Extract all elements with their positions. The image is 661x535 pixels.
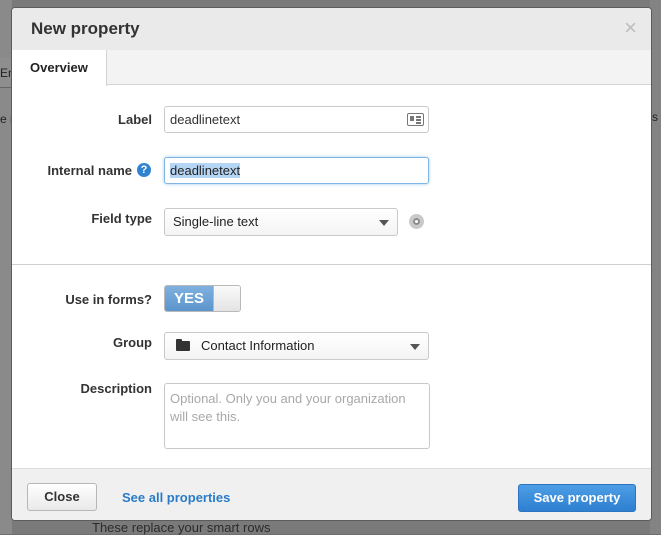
chevron-down-icon xyxy=(379,220,389,226)
contact-card-icon[interactable] xyxy=(407,113,424,126)
internal-name-input[interactable]: deadlinetext xyxy=(164,157,429,184)
close-button[interactable]: Close xyxy=(27,483,97,511)
chevron-down-icon xyxy=(410,344,420,350)
eye-icon[interactable] xyxy=(409,214,424,229)
tab-bar: Overview xyxy=(12,50,651,86)
field-type-selected: Single-line text xyxy=(173,214,259,229)
save-property-button[interactable]: Save property xyxy=(518,484,636,512)
background-right-strip xyxy=(650,0,661,534)
dialog-footer: Close See all properties Save property xyxy=(12,468,651,520)
internal-name-label: Internal name xyxy=(47,163,132,178)
tab-overview[interactable]: Overview xyxy=(12,50,107,86)
folder-icon xyxy=(176,339,190,351)
description-placeholder: Optional. Only you and your organization… xyxy=(170,391,406,424)
see-all-properties-link[interactable]: See all properties xyxy=(122,490,230,505)
group-label: Group xyxy=(113,335,152,350)
help-icon[interactable]: ? xyxy=(137,163,151,177)
field-type-label: Field type xyxy=(91,211,152,226)
close-icon[interactable]: × xyxy=(624,17,637,39)
internal-name-value: deadlinetext xyxy=(170,163,241,178)
field-type-select[interactable]: Single-line text xyxy=(164,208,398,236)
toggle-knob xyxy=(213,286,240,311)
group-selected: Contact Information xyxy=(201,338,315,353)
toggle-on-text: YES xyxy=(165,286,213,311)
section-divider xyxy=(12,264,651,265)
description-label: Description xyxy=(80,381,152,396)
background-bottom-text: These replace your smart rows xyxy=(92,520,271,535)
background-text-fragment-right: s xyxy=(652,110,658,124)
label-input-value: deadlinetext xyxy=(170,112,241,127)
use-in-forms-label: Use in forms? xyxy=(65,292,152,307)
description-textarea[interactable]: Optional. Only you and your organization… xyxy=(164,383,430,449)
dialog-header: New property × xyxy=(12,8,651,50)
background-tab: En xyxy=(0,58,12,88)
dialog-title: New property xyxy=(31,19,140,38)
group-select[interactable]: Contact Information xyxy=(164,332,429,360)
label-input[interactable]: deadlinetext xyxy=(164,106,429,133)
use-in-forms-toggle[interactable]: YES xyxy=(164,285,241,312)
new-property-dialog: New property × Overview Label deadlinete… xyxy=(12,8,651,520)
label-field-label: Label xyxy=(118,112,152,127)
